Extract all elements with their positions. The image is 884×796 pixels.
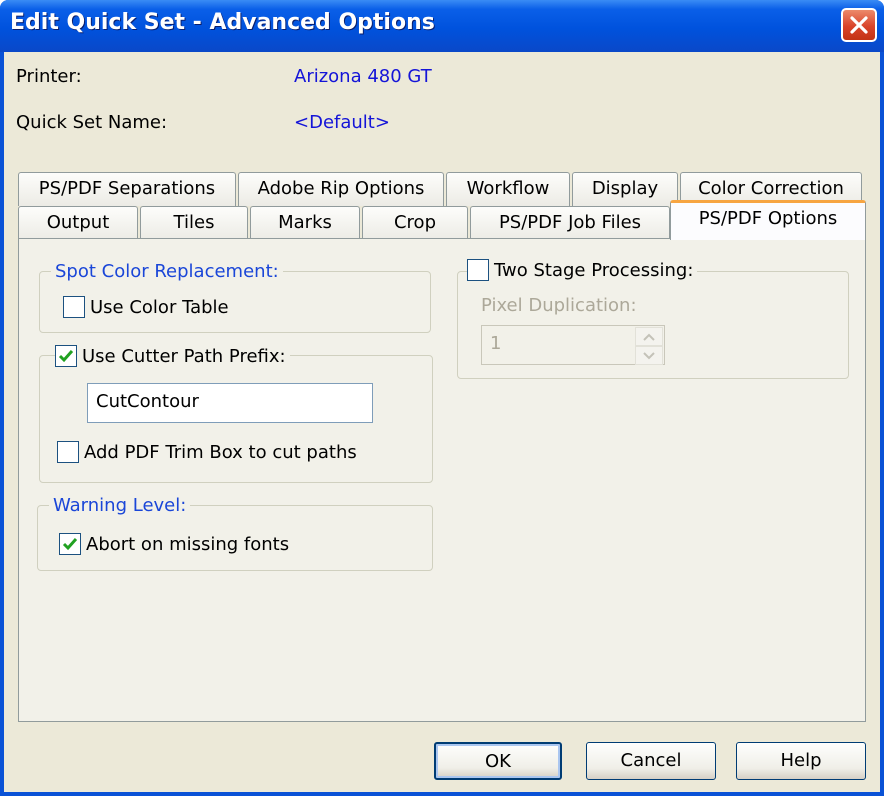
tab-marks[interactable]: Marks	[250, 206, 360, 240]
use-cutter-path-checkbox[interactable]	[55, 345, 77, 367]
abort-missing-fonts-row[interactable]: Abort on missing fonts	[59, 533, 289, 555]
dialog-client-area: Printer: Arizona 480 GT Quick Set Name: …	[4, 52, 880, 792]
printer-value: Arizona 480 GT	[294, 66, 432, 87]
two-stage-checkbox[interactable]	[467, 259, 489, 281]
two-stage-label: Two Stage Processing:	[494, 259, 694, 281]
use-cutter-path-label: Use Cutter Path Prefix:	[82, 345, 286, 367]
pixel-duplication-spinner[interactable]: 1	[481, 325, 665, 365]
checkmark-icon	[58, 350, 74, 363]
tab-output[interactable]: Output	[18, 206, 138, 240]
tab-ps-pdf-options[interactable]: PS/PDF Options	[670, 200, 866, 240]
tab-workflow[interactable]: Workflow	[446, 172, 570, 206]
tab-display[interactable]: Display	[572, 172, 678, 206]
tab-adobe-rip-options[interactable]: Adobe Rip Options	[238, 172, 444, 206]
tab-ps-pdf-job-files[interactable]: PS/PDF Job Files	[470, 206, 670, 240]
printer-label: Printer:	[16, 66, 82, 87]
use-color-table-label: Use Color Table	[90, 296, 229, 318]
use-cutter-path-row[interactable]: Use Cutter Path Prefix:	[55, 345, 290, 367]
two-stage-row[interactable]: Two Stage Processing:	[467, 259, 698, 281]
use-color-table-checkbox[interactable]	[63, 296, 85, 318]
help-button[interactable]: Help	[736, 742, 866, 780]
cutter-path-prefix-input[interactable]: CutContour	[87, 383, 373, 423]
abort-missing-fonts-label: Abort on missing fonts	[86, 533, 290, 555]
pixel-duplication-value: 1	[490, 333, 502, 354]
title-bar[interactable]: Edit Quick Set - Advanced Options	[0, 0, 884, 52]
chevron-down-icon	[643, 351, 655, 359]
tab-ps-pdf-separations[interactable]: PS/PDF Separations	[18, 172, 236, 206]
spin-down-button[interactable]	[635, 346, 663, 365]
dialog-window: Edit Quick Set - Advanced Options Printe…	[0, 0, 884, 796]
add-trim-box-row[interactable]: Add PDF Trim Box to cut paths	[57, 441, 357, 463]
quickset-name-value: <Default>	[294, 112, 390, 133]
ok-button[interactable]: OK	[434, 742, 562, 780]
cancel-button[interactable]: Cancel	[586, 742, 716, 780]
window-title: Edit Quick Set - Advanced Options	[10, 10, 435, 35]
spin-up-button[interactable]	[635, 327, 663, 346]
warning-level-caption: Warning Level:	[49, 495, 191, 516]
tab-crop[interactable]: Crop	[362, 206, 468, 240]
pixel-duplication-label: Pixel Duplication:	[481, 295, 637, 316]
use-color-table-row[interactable]: Use Color Table	[63, 296, 229, 318]
abort-missing-fonts-checkbox[interactable]	[59, 533, 81, 555]
add-trim-box-label: Add PDF Trim Box to cut paths	[84, 441, 357, 463]
spot-color-caption: Spot Color Replacement:	[51, 261, 283, 282]
close-button[interactable]	[841, 8, 877, 42]
quickset-name-label: Quick Set Name:	[16, 112, 168, 133]
close-icon	[850, 16, 868, 34]
checkmark-icon	[62, 538, 78, 551]
chevron-up-icon	[643, 333, 655, 341]
spinner-buttons	[635, 327, 663, 365]
tab-tiles[interactable]: Tiles	[140, 206, 248, 240]
ps-pdf-options-panel: Spot Color Replacement: Use Color Table …	[18, 238, 866, 722]
add-trim-box-checkbox[interactable]	[57, 441, 79, 463]
